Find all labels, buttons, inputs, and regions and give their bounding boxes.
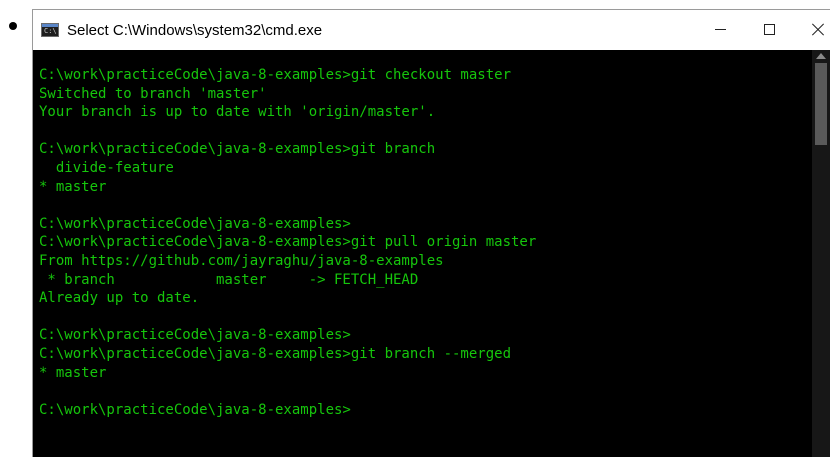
console-line: * branch master -> FETCH_HEAD [39, 271, 419, 288]
maximize-button[interactable] [738, 10, 784, 50]
console-line: C:\work\practiceCode\java-8-examples>git… [39, 141, 436, 158]
page: C:\ Select C:\Windows\system32\cmd.exe C… [0, 0, 830, 457]
console-line: From https://github.com/jayraghu/java-8-… [39, 252, 444, 269]
console-line: Your branch is up to date with 'origin/m… [39, 104, 436, 121]
console-line: * master [39, 364, 107, 381]
console-line: Switched to branch 'master' [39, 85, 267, 102]
vertical-scrollbar[interactable] [812, 50, 830, 457]
console-line: * master [39, 178, 107, 195]
window-title: Select C:\Windows\system32\cmd.exe [67, 21, 323, 39]
console-line: C:\work\practiceCode\java-8-examples>git… [39, 234, 537, 251]
console-line: C:\work\practiceCode\java-8-examples> [39, 215, 351, 232]
console-line: C:\work\practiceCode\java-8-examples> [39, 327, 351, 344]
console-line: C:\work\practiceCode\java-8-examples>git… [39, 345, 512, 362]
minimize-button[interactable] [692, 10, 738, 50]
console-line: C:\work\practiceCode\java-8-examples> [39, 401, 351, 418]
scroll-up-arrow-icon[interactable] [816, 53, 826, 59]
console-line: divide-feature [39, 159, 174, 176]
console-line: C:\work\practiceCode\java-8-examples>git… [39, 67, 512, 83]
window-controls [692, 10, 830, 50]
console-output[interactable]: C:\work\practiceCode\java-8-examples>git… [33, 50, 812, 457]
cmd-window: C:\ Select C:\Windows\system32\cmd.exe C… [32, 9, 830, 457]
console-line: Already up to date. [39, 290, 200, 307]
scroll-thumb[interactable] [815, 63, 827, 145]
list-bullet [9, 22, 17, 30]
cmd-icon[interactable]: C:\ [41, 23, 59, 37]
title-bar[interactable]: C:\ Select C:\Windows\system32\cmd.exe [33, 10, 830, 50]
close-button[interactable] [784, 10, 830, 50]
cmd-icon-glyph: C:\ [44, 27, 57, 35]
